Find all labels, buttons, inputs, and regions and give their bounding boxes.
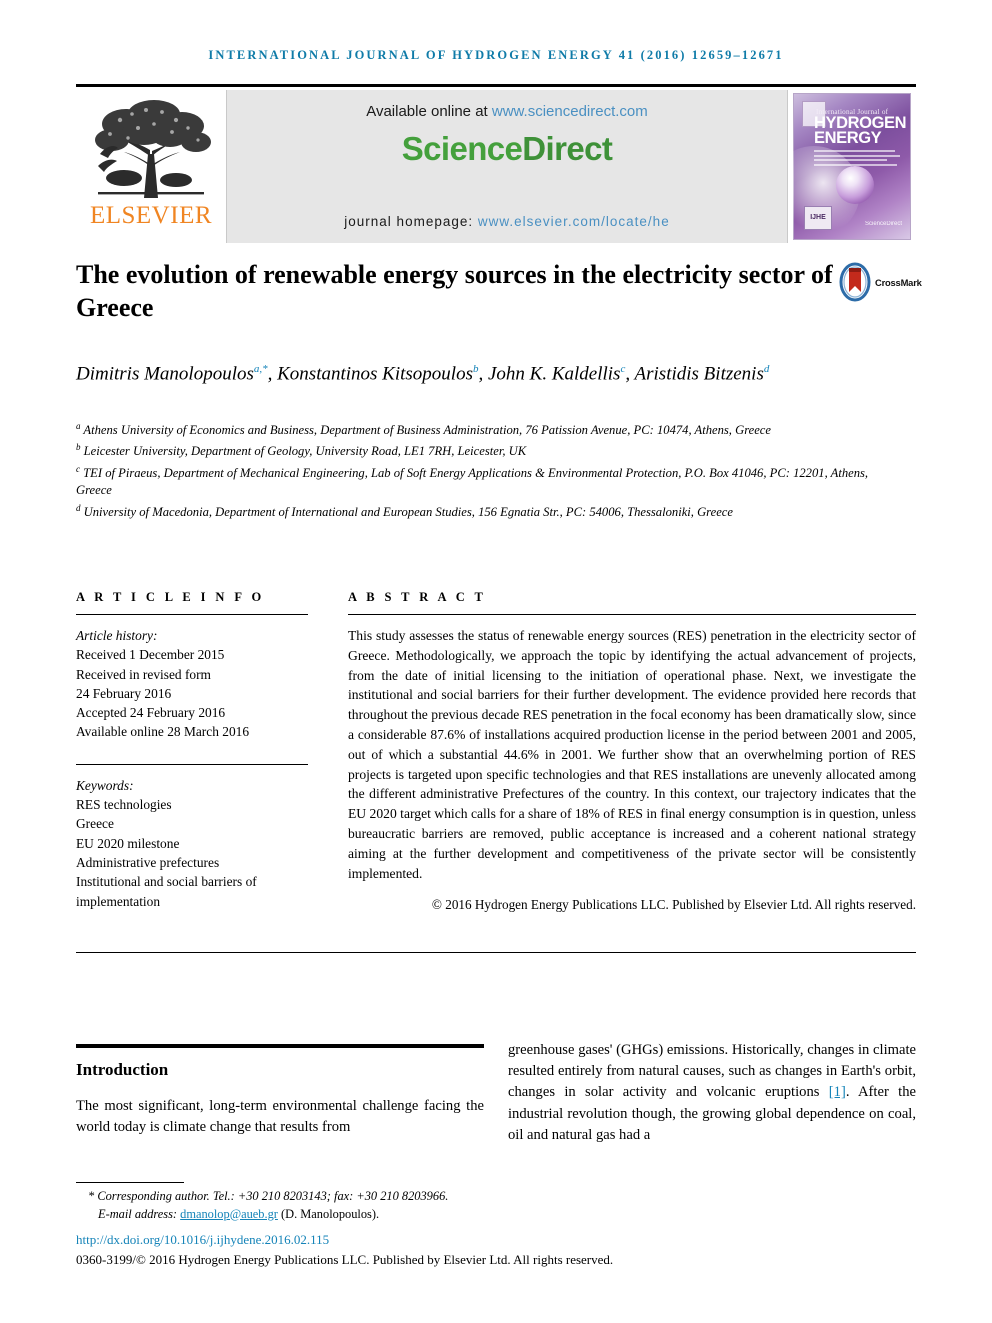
running-head: International Journal of Hydrogen Energy… bbox=[208, 48, 784, 62]
email-link[interactable]: dmanolop@aueb.gr bbox=[180, 1207, 278, 1221]
corresponding-author-line: * Corresponding author. Tel.: +30 210 82… bbox=[76, 1188, 916, 1206]
cover-title-line2: ENERGY bbox=[814, 129, 882, 147]
journal-homepage-link[interactable]: www.elsevier.com/locate/he bbox=[478, 214, 670, 229]
author-marks: d bbox=[763, 363, 770, 375]
author-marks: b bbox=[472, 363, 479, 375]
available-online-label: Available online at bbox=[366, 103, 492, 120]
journal-homepage-label: journal homepage: bbox=[344, 214, 478, 229]
author-name: Konstantinos Kitsopoulos bbox=[277, 363, 473, 385]
affiliation-text: TEI of Piraeus, Department of Mechanical… bbox=[76, 466, 869, 498]
affiliation-list: a Athens University of Economics and Bus… bbox=[76, 418, 876, 521]
affiliation-mark: b bbox=[76, 442, 81, 453]
elsevier-logo-block: ELSEVIER bbox=[76, 90, 226, 243]
available-online-line: Available online at www.sciencedirect.co… bbox=[227, 103, 787, 120]
author-list: Dimitris Manolopoulosa,*, Konstantinos K… bbox=[76, 363, 770, 385]
article-history-block: Article history: Received 1 December 201… bbox=[76, 626, 308, 742]
article-history-label: Article history: bbox=[76, 628, 158, 643]
keyword-item: RES technologies bbox=[76, 797, 172, 813]
page-title: The evolution of renewable energy source… bbox=[76, 260, 833, 322]
paper-page: International Journal of Hydrogen Energy… bbox=[0, 0, 992, 1323]
history-item: Received in revised form bbox=[76, 666, 211, 682]
email-line: E-mail address: dmanolop@aueb.gr (D. Man… bbox=[76, 1206, 916, 1224]
citation-link-1[interactable]: [1] bbox=[829, 1084, 846, 1100]
crossmark-label: CrossMark bbox=[875, 277, 922, 288]
introduction-paragraph-right: greenhouse gases' (GHGs) emissions. Hist… bbox=[508, 1040, 916, 1146]
crossmark-badge[interactable]: CrossMark bbox=[838, 262, 924, 308]
sciencedirect-banner: Available online at www.sciencedirect.co… bbox=[226, 90, 788, 243]
article-info-section: A R T I C L E I N F O Article history: R… bbox=[76, 590, 308, 911]
affiliation-item: a Athens University of Economics and Bus… bbox=[76, 418, 876, 439]
affiliation-item: c TEI of Piraeus, Department of Mechanic… bbox=[76, 461, 876, 500]
introduction-rule bbox=[76, 1044, 484, 1048]
affiliation-text: Leicester University, Department of Geol… bbox=[83, 444, 527, 459]
abstract-heading: A B S T R A C T bbox=[348, 590, 487, 604]
section-separator bbox=[76, 952, 916, 953]
crossmark-icon bbox=[839, 262, 871, 302]
keywords-block: Keywords: RES technologies Greece EU 202… bbox=[76, 776, 308, 911]
abstract-text: This study assesses the status of renewa… bbox=[348, 628, 916, 881]
affiliation-item: b Leicester University, Department of Ge… bbox=[76, 439, 876, 460]
affiliation-mark: d bbox=[76, 502, 81, 513]
affiliation-mark: c bbox=[76, 463, 80, 474]
introduction-left-column: Introduction The most significant, long-… bbox=[76, 1044, 484, 1138]
journal-cover-image: International Journal of HYDROGEN ENERGY… bbox=[788, 93, 911, 240]
author-marks: a,* bbox=[253, 363, 268, 375]
affiliation-text: Athens University of Economics and Busin… bbox=[83, 423, 771, 438]
history-item: 24 February 2016 bbox=[76, 685, 172, 701]
corresponding-author-text: Corresponding author. Tel.: +30 210 8203… bbox=[97, 1189, 449, 1203]
introduction-paragraph-left: The most significant, long-term environm… bbox=[76, 1098, 484, 1136]
sciencedirect-logo: ScienceDirect bbox=[227, 130, 787, 168]
introduction-right-column: greenhouse gases' (GHGs) emissions. Hist… bbox=[508, 1040, 916, 1146]
article-info-rule bbox=[76, 614, 308, 615]
introduction-heading: Introduction bbox=[76, 1060, 169, 1079]
history-item: Available online 28 March 2016 bbox=[76, 724, 250, 740]
history-item: Received 1 December 2015 bbox=[76, 647, 225, 663]
issn-copyright-line: 0360-3199/© 2016 Hydrogen Energy Publica… bbox=[76, 1252, 614, 1267]
keyword-item: Greece bbox=[76, 816, 114, 832]
keywords-label: Keywords: bbox=[76, 777, 134, 793]
journal-masthead: ELSEVIER Available online at www.science… bbox=[76, 84, 916, 243]
keyword-item: Institutional and social barriers of imp… bbox=[76, 874, 257, 909]
cover-journal-title: HYDROGEN ENERGY bbox=[814, 115, 910, 147]
email-label: E-mail address: bbox=[98, 1206, 181, 1221]
author-marks: c bbox=[620, 363, 626, 375]
sciencedirect-logo-science: Science bbox=[401, 130, 523, 167]
corresponding-author-marker: * bbox=[88, 1189, 95, 1203]
author-name: Dimitris Manolopoulos bbox=[76, 363, 254, 385]
history-item: Accepted 24 February 2016 bbox=[76, 705, 226, 721]
keyword-item: EU 2020 milestone bbox=[76, 835, 180, 851]
sciencedirect-url-link[interactable]: www.sciencedirect.com bbox=[492, 103, 648, 120]
cover-orb-graphic bbox=[836, 166, 874, 204]
author-name: John K. Kaldellis bbox=[487, 363, 621, 385]
footnote-rule bbox=[76, 1182, 184, 1183]
cover-sciencedirect-note: ScienceDirect bbox=[864, 221, 902, 227]
article-info-heading: A R T I C L E I N F O bbox=[76, 590, 265, 604]
keywords-rule bbox=[76, 763, 308, 765]
journal-homepage-line: journal homepage: www.elsevier.com/locat… bbox=[227, 214, 787, 229]
cover-ijhe-badge: IJHE bbox=[804, 206, 832, 230]
cover-editor-lines bbox=[814, 150, 908, 168]
author-name: Aristidis Bitzenis bbox=[634, 363, 764, 385]
elsevier-wordmark: ELSEVIER bbox=[89, 202, 213, 229]
email-suffix: (D. Manolopoulos). bbox=[277, 1206, 380, 1221]
title-block: The evolution of renewable energy source… bbox=[76, 258, 836, 324]
sciencedirect-logo-direct: Direct bbox=[522, 130, 613, 167]
doi-link[interactable]: http://dx.doi.org/10.1016/j.ijhydene.201… bbox=[76, 1232, 329, 1247]
abstract-section: A B S T R A C T This study assesses the … bbox=[348, 590, 916, 913]
keyword-item: Administrative prefectures bbox=[76, 854, 220, 870]
footnote-block: * Corresponding author. Tel.: +30 210 82… bbox=[76, 1188, 916, 1223]
elsevier-tree-icon bbox=[95, 100, 211, 198]
affiliation-item: d University of Macedonia, Department of… bbox=[76, 500, 876, 521]
journal-cover-block: International Journal of HYDROGEN ENERGY… bbox=[788, 90, 916, 243]
affiliation-text: University of Macedonia, Department of I… bbox=[83, 504, 733, 519]
doi-line[interactable]: http://dx.doi.org/10.1016/j.ijhydene.201… bbox=[76, 1232, 329, 1248]
abstract-rule bbox=[348, 614, 916, 615]
affiliation-mark: a bbox=[76, 421, 81, 431]
abstract-copyright: © 2016 Hydrogen Energy Publications LLC.… bbox=[431, 897, 916, 913]
